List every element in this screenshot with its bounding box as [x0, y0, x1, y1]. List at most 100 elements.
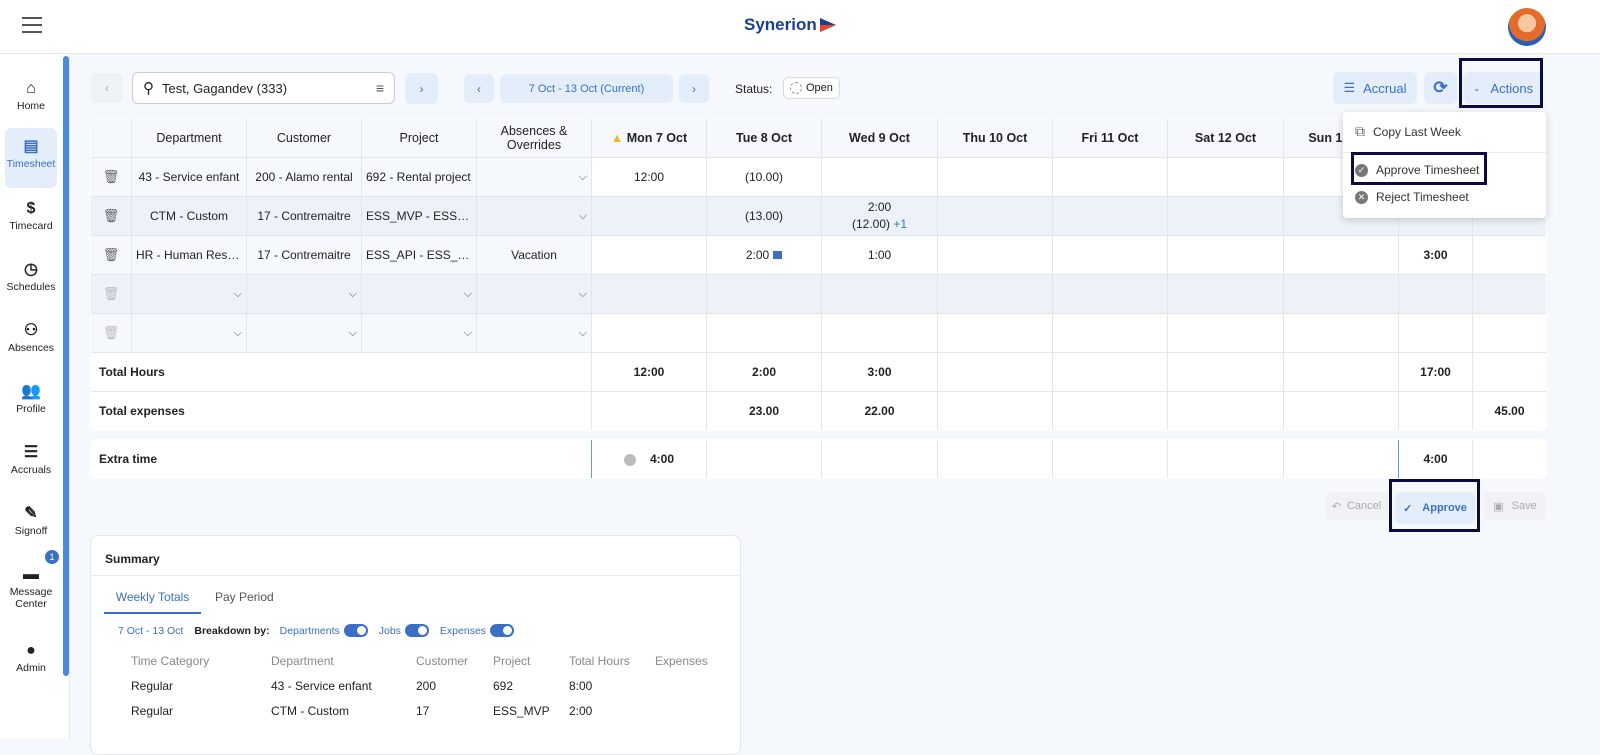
day-cell[interactable] [591, 313, 707, 353]
chevron-down-icon[interactable]: ⌵ [349, 327, 357, 340]
day-cell[interactable] [706, 313, 822, 353]
day-cell[interactable] [591, 196, 707, 236]
cust-cell[interactable]: 200 - Alamo rental [246, 157, 362, 197]
cancel-button[interactable]: ↶ Cancel [1325, 492, 1388, 520]
delete-row-button[interactable]: 🗑 [91, 274, 132, 314]
actions-button[interactable]: ⌄ Actions [1463, 72, 1543, 104]
day-cell[interactable] [821, 157, 938, 197]
jobs-toggle[interactable] [404, 624, 429, 637]
dept-cell[interactable]: 43 - Service enfant [131, 157, 247, 197]
extra-day-value[interactable] [706, 440, 822, 478]
cust-cell[interactable]: 17 - Contremaitre [246, 196, 362, 236]
day-cell[interactable]: (10.00) [706, 157, 822, 197]
sidebar-scrollbar[interactable] [63, 56, 69, 676]
absences-cell[interactable]: Vacation [476, 235, 592, 275]
sidebar-item-signoff[interactable]: ✎ Signoff [5, 503, 57, 537]
day-cell[interactable] [1167, 274, 1284, 314]
extra-day-value[interactable] [937, 440, 1053, 478]
day-cell[interactable] [821, 313, 938, 353]
sidebar-item-accruals[interactable]: ☰ Accruals [5, 442, 57, 476]
refresh-button[interactable]: ⟳ [1424, 72, 1457, 104]
filter-icon[interactable]: ≡ [376, 80, 384, 96]
absences-cell[interactable]: ⌵ [476, 157, 592, 197]
delete-row-button[interactable]: 🗑 [91, 313, 132, 353]
menu-item-reject-timesheet[interactable]: ✕ Reject Timesheet [1355, 190, 1469, 204]
chevron-down-icon[interactable]: ⌵ [234, 288, 242, 301]
proj-cell[interactable]: ESS_MVP - ESS_... [361, 196, 477, 236]
tab-pay-period[interactable]: Pay Period [215, 586, 274, 608]
sidebar-item-timesheet[interactable]: ▤ Timesheet [5, 128, 57, 188]
sidebar-item-timecard[interactable]: $ Timecard [5, 198, 57, 232]
day-cell[interactable] [1167, 313, 1284, 353]
employee-search-input[interactable]: ⚲ Test, Gagandev (333) ≡ [132, 72, 395, 104]
extra-day-value[interactable]: 4:00 [591, 440, 707, 478]
hamburger-menu-icon[interactable] [22, 17, 42, 33]
day-cell[interactable] [1052, 235, 1168, 275]
day-cell[interactable] [1052, 274, 1168, 314]
chevron-down-icon[interactable]: ⌵ [579, 288, 587, 301]
day-cell[interactable] [937, 235, 1053, 275]
day-cell[interactable] [937, 157, 1053, 197]
menu-item-approve-timesheet[interactable]: ✓ Approve Timesheet [1355, 163, 1479, 177]
cust-cell[interactable]: 17 - Contremaitre [246, 235, 362, 275]
sidebar-item-admin[interactable]: ● Admin [5, 640, 57, 674]
user-avatar[interactable] [1508, 8, 1546, 46]
delete-row-button[interactable]: 🗑 [91, 196, 132, 236]
prev-employee-button[interactable]: ‹ [91, 73, 123, 103]
delete-row-button[interactable]: 🗑 [91, 157, 132, 197]
day-cell[interactable] [591, 235, 707, 275]
day-cell[interactable]: 2:00 (12.00) +1 [821, 196, 938, 236]
dept-cell[interactable]: HR - Human Reso... [131, 235, 247, 275]
delete-row-button[interactable]: 🗑 [91, 235, 132, 275]
dept-cell[interactable]: ⌵ [131, 313, 247, 353]
extra-day-value[interactable] [1052, 440, 1168, 478]
chevron-down-icon[interactable]: ⌵ [579, 171, 587, 184]
chevron-down-icon[interactable]: ⌵ [579, 327, 587, 340]
extra-day-value[interactable] [1167, 440, 1284, 478]
dept-cell[interactable]: ⌵ [131, 274, 247, 314]
absences-cell[interactable]: ⌵ [476, 196, 592, 236]
day-cell[interactable] [1283, 235, 1399, 275]
day-cell[interactable]: 12:00 [591, 157, 707, 197]
chevron-down-icon[interactable]: ⌵ [579, 210, 587, 223]
extra-day-value[interactable] [1283, 440, 1399, 478]
departments-toggle[interactable] [343, 624, 368, 637]
period-selector[interactable]: 7 Oct - 13 Oct (Current) [500, 74, 673, 103]
day-cell[interactable] [1283, 274, 1399, 314]
day-cell[interactable]: 1:00 [821, 235, 938, 275]
day-cell[interactable] [937, 274, 1053, 314]
tab-weekly-totals[interactable]: Weekly Totals [104, 586, 201, 614]
proj-cell[interactable]: 692 - Rental project [361, 157, 477, 197]
more-entries-link[interactable]: +1 [893, 217, 907, 231]
menu-item-copy-last-week[interactable]: ⧉ Copy Last Week [1355, 123, 1461, 140]
day-cell[interactable] [937, 313, 1053, 353]
approve-button[interactable]: ✓ Approve [1395, 492, 1475, 524]
extra-day-value[interactable] [821, 440, 938, 478]
next-period-button[interactable]: › [679, 74, 709, 103]
dept-cell[interactable]: CTM - Custom [131, 196, 247, 236]
day-cell[interactable] [1052, 196, 1168, 236]
day-cell[interactable] [1167, 157, 1284, 197]
day-cell[interactable] [706, 274, 822, 314]
cust-cell[interactable]: ⌵ [246, 274, 362, 314]
chevron-down-icon[interactable]: ⌵ [234, 327, 242, 340]
sidebar-item-home[interactable]: ⌂ Home [5, 78, 57, 112]
day-cell[interactable] [821, 274, 938, 314]
proj-cell[interactable]: ⌵ [361, 313, 477, 353]
sidebar-item-message-center[interactable]: ▬ Message Center 1 [5, 550, 59, 610]
day-cell[interactable] [1052, 313, 1168, 353]
comment-icon[interactable] [773, 251, 783, 259]
day-cell[interactable]: 2:00 [706, 235, 822, 275]
day-cell[interactable] [1052, 157, 1168, 197]
save-button[interactable]: ▣ Save [1484, 492, 1546, 520]
chevron-down-icon[interactable]: ⌵ [464, 327, 472, 340]
sidebar-item-profile[interactable]: 👥 Profile [5, 381, 57, 415]
sidebar-item-absences[interactable]: ⚇ Absences [5, 320, 57, 354]
cust-cell[interactable]: ⌵ [246, 313, 362, 353]
day-cell[interactable] [1167, 235, 1284, 275]
prev-period-button[interactable]: ‹ [464, 74, 494, 103]
day-cell[interactable]: (13.00) [706, 196, 822, 236]
day-cell[interactable] [1167, 196, 1284, 236]
absences-cell[interactable]: ⌵ [476, 274, 592, 314]
sidebar-item-schedules[interactable]: ◷ Schedules [5, 259, 57, 293]
